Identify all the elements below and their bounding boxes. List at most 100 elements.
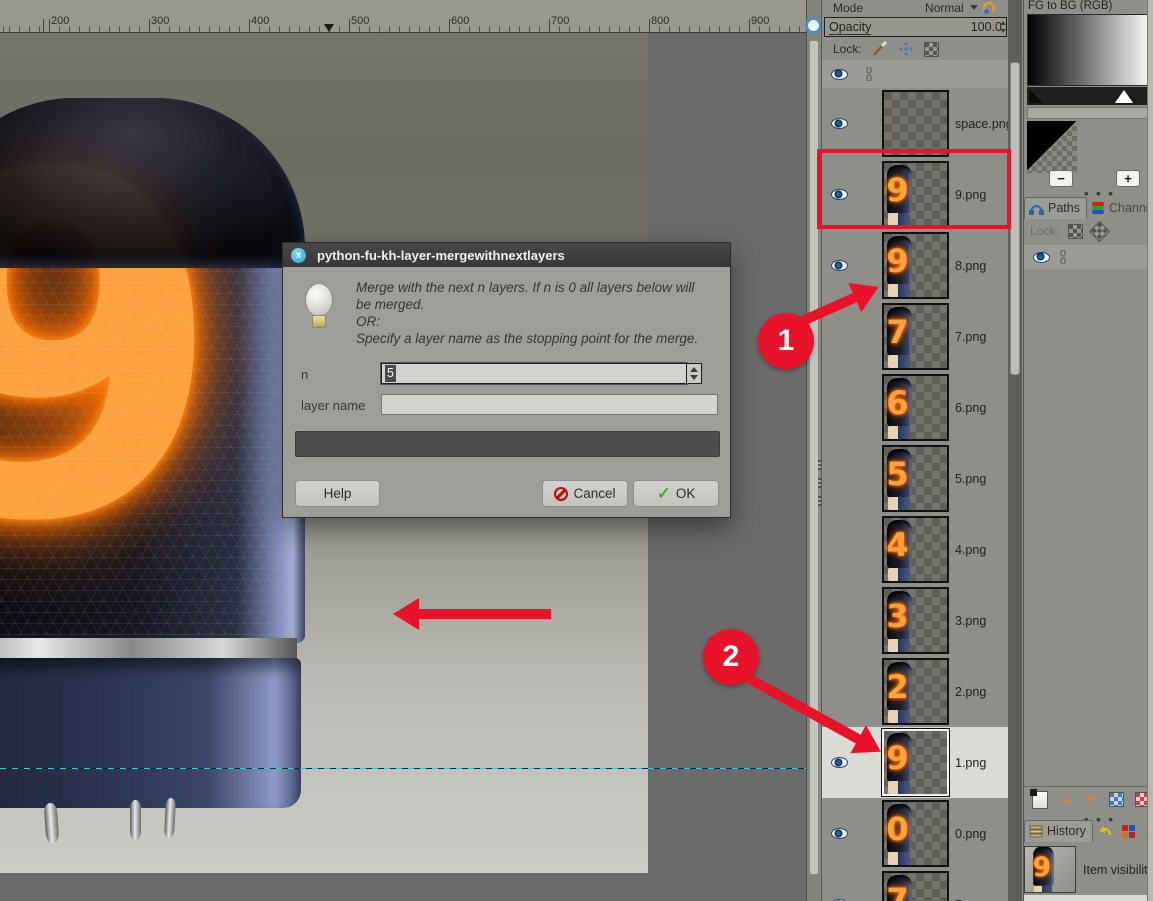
chevron-down-icon[interactable] (969, 5, 978, 10)
chain-icon[interactable] (864, 67, 874, 81)
tab-channels[interactable]: Channels (1087, 198, 1153, 219)
visibility-eye-icon[interactable] (830, 757, 848, 768)
canvas-vertical-scrollbar[interactable] (806, 0, 820, 901)
gradient-title: FG to BG (RGB) (1028, 0, 1113, 12)
dialog-message: Merge with the next n layers. If n is 0 … (356, 280, 699, 346)
raise-item-button[interactable] (1059, 795, 1073, 804)
hint-bulb-icon (302, 283, 336, 333)
gradient-slider[interactable] (1027, 87, 1153, 105)
tab-undo-editor[interactable] (1093, 822, 1118, 842)
lower-item-button[interactable] (1084, 795, 1098, 804)
layer-thumbnail[interactable]: 9 (882, 232, 949, 299)
layer-thumbnail[interactable]: 3 (882, 587, 949, 654)
layer-row-3.png[interactable]: 3 3.png (822, 585, 1009, 656)
ruler-tick-label: 600 (451, 15, 470, 27)
layer-thumbnail[interactable]: 0 (882, 800, 949, 867)
undo-arrow-icon (1098, 826, 1112, 836)
layer-label: 1.png (955, 755, 987, 770)
n-input-value: 5 (385, 365, 396, 382)
gradient-marker[interactable] (1115, 90, 1133, 103)
paths-item-row[interactable] (1024, 245, 1148, 269)
visibility-eye-icon[interactable] (1032, 251, 1050, 263)
history-item-partial[interactable] (1024, 895, 1153, 901)
visibility-eye-icon[interactable] (830, 828, 848, 839)
zoom-in-button[interactable]: + (1116, 170, 1140, 187)
lock-pixels-brush-icon[interactable] (872, 41, 888, 57)
opacity-slider[interactable]: Opacity 100.0 (824, 17, 1007, 37)
layer-thumbnail[interactable]: 9 (881, 728, 950, 797)
right-dock-scrollbar[interactable] (1147, 0, 1153, 901)
layer-row-7.png[interactable]: 7 7.png (822, 869, 1009, 901)
layer-row-8.png[interactable]: 9 8.png (822, 230, 1009, 301)
ruler-tick-label: 500 (351, 15, 370, 27)
opacity-label: Opacity (829, 19, 872, 35)
visibility-eye-icon[interactable] (830, 118, 848, 129)
zoom-out-button[interactable]: − (1049, 170, 1073, 187)
dialog-title: python-fu-kh-layer-mergewithnextlayers (317, 247, 565, 263)
dock-resize-handle[interactable] (818, 460, 822, 506)
new-item-button[interactable] (1030, 788, 1048, 809)
horizontal-ruler[interactable]: 200 300 400 500 600 700 800 900 (0, 0, 806, 33)
layer-thumbnail[interactable]: 7 (882, 871, 949, 901)
navigation-corner-icon[interactable] (805, 17, 822, 34)
ok-button[interactable]: ✓ OK (633, 480, 719, 507)
close-icon[interactable]: x (291, 247, 306, 263)
layer-row-2.png[interactable]: 2 2.png (822, 656, 1009, 727)
layer-row-7.png[interactable]: 7 7.png (822, 301, 1009, 372)
history-icon (1029, 825, 1043, 837)
layers-dock: Mode Normal Opacity 100.0 Lock: space.pn… (821, 0, 1009, 901)
layer-row-5.png[interactable]: 5 5.png (822, 443, 1009, 514)
layer-thumbnail[interactable] (882, 90, 949, 157)
chain-icon[interactable] (1058, 250, 1068, 264)
channels-icon (1091, 202, 1104, 214)
cancel-button[interactable]: Cancel (542, 480, 628, 507)
ruler-tick-label: 800 (651, 15, 670, 27)
duplicate-item-button[interactable] (1109, 792, 1124, 807)
layers-scrollbar-thumb[interactable] (1010, 62, 1020, 375)
mode-label: Mode (833, 0, 864, 15)
lock-position-icon[interactable] (898, 41, 914, 57)
visibility-eye-icon[interactable] (830, 68, 848, 80)
dialog-titlebar[interactable]: x python-fu-kh-layer-mergewithnextlayers (283, 243, 730, 267)
layer-thumbnail[interactable]: 7 (882, 303, 949, 370)
layer-row-0.png[interactable]: 0 0.png (822, 798, 1009, 869)
tab-colors[interactable] (1118, 822, 1141, 842)
layer-row-partial-top[interactable] (822, 60, 1009, 88)
layer-thumbnail-tube: 9 (886, 733, 912, 794)
layer-label: 7.png (955, 329, 987, 344)
mode-value[interactable]: Normal (925, 1, 964, 15)
tab-history[interactable]: History (1024, 820, 1093, 842)
lock-label: Lock: (833, 42, 862, 56)
layer-label: space.png (955, 116, 1009, 131)
paths-lock-stroke-icon[interactable] (1067, 223, 1083, 239)
lock-alpha-icon[interactable] (923, 41, 939, 57)
gradient-name-field[interactable] (1027, 107, 1153, 119)
layer-thumbnail-tube: 9 (1033, 847, 1054, 892)
gradient-edit-preview (1027, 121, 1153, 173)
n-spinner[interactable] (687, 363, 702, 384)
layers-scrollbar[interactable] (1008, 0, 1022, 901)
history-item[interactable]: 9 Item visibility (1024, 844, 1153, 895)
canvas-guide-line[interactable] (0, 768, 806, 769)
layer-thumbnail[interactable]: 2 (882, 658, 949, 725)
layer-thumbnail-tube: 3 (886, 591, 912, 652)
layer-row-6.png[interactable]: 6 6.png (822, 372, 1009, 443)
gradient-left-marker[interactable] (1029, 89, 1043, 103)
layer-thumbnail[interactable]: 5 (882, 445, 949, 512)
help-button[interactable]: Help (295, 480, 380, 507)
n-input[interactable]: 5 (381, 363, 687, 384)
layer-name-input[interactable] (381, 394, 718, 415)
visibility-eye-icon[interactable] (830, 260, 848, 271)
layer-thumbnail-tube: 5 (886, 449, 912, 510)
layer-thumbnail[interactable]: 6 (882, 374, 949, 441)
layer-label: 3.png (955, 613, 987, 628)
mode-group-switch-icon[interactable] (983, 2, 995, 14)
gradient-preview[interactable] (1027, 14, 1153, 86)
layer-row-4.png[interactable]: 4 4.png (822, 514, 1009, 585)
tube-pin (130, 800, 141, 840)
tube-glass: 9 (0, 98, 305, 643)
tab-paths[interactable]: Paths (1024, 197, 1087, 219)
layer-thumbnail[interactable]: 4 (882, 516, 949, 583)
history-thumbnail: 9 (1024, 846, 1076, 893)
paths-lock-position-icon[interactable] (1088, 220, 1110, 242)
